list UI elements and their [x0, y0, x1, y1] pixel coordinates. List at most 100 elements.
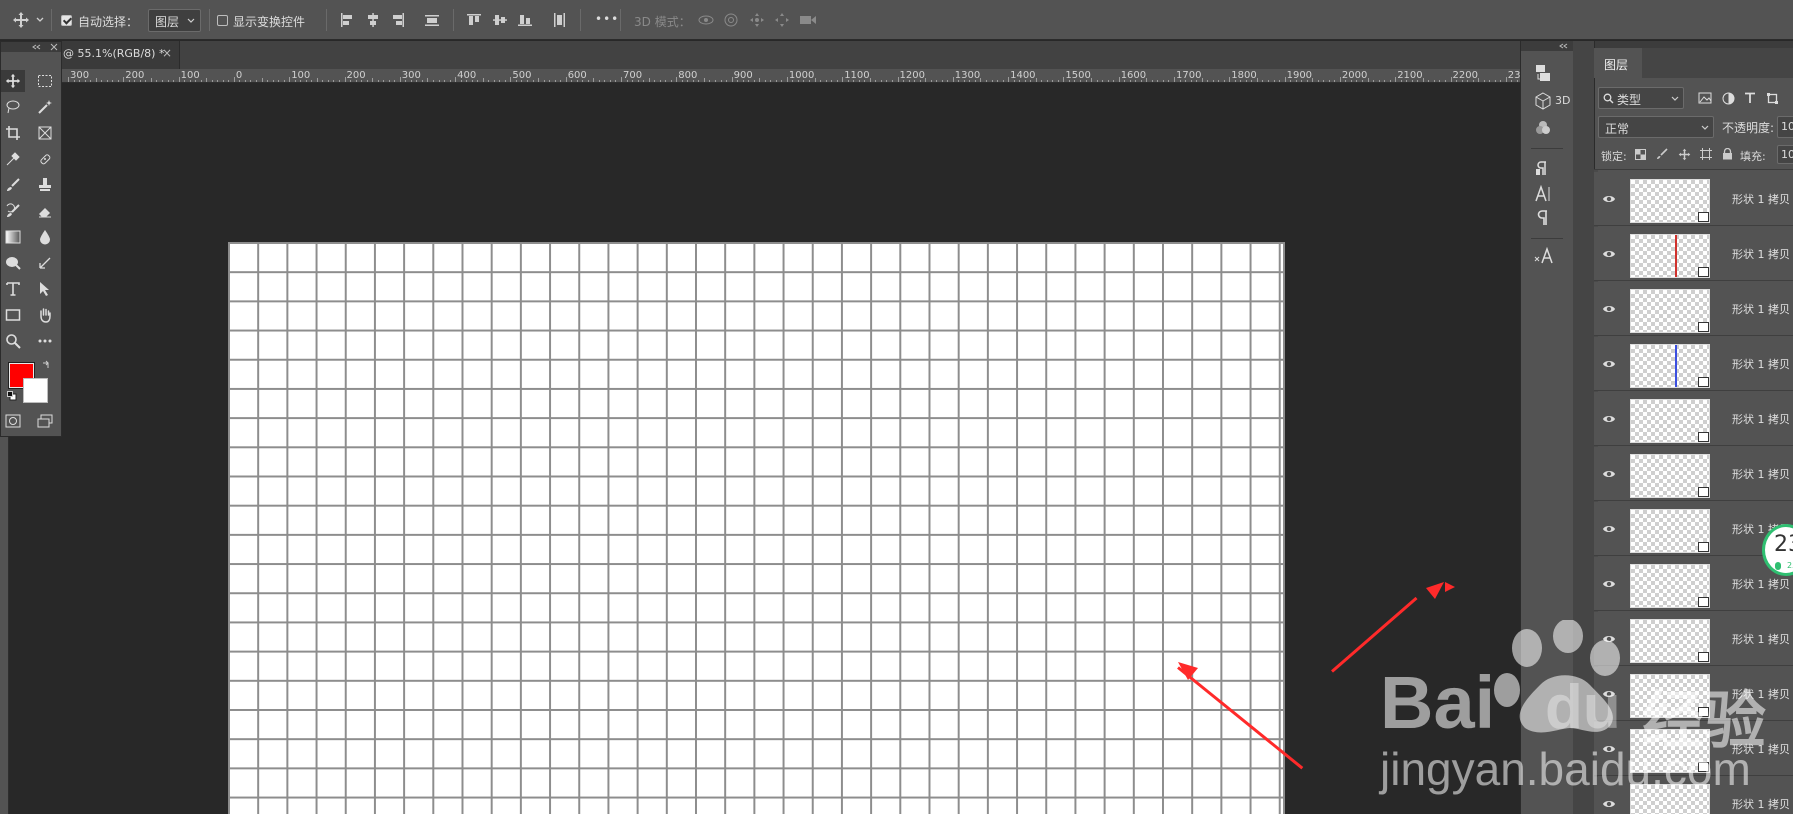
lock-artboard-icon[interactable] [1699, 147, 1713, 161]
more-options-button[interactable]: ••• [595, 12, 619, 26]
hand-tool-icon[interactable] [33, 304, 57, 326]
ruler-minor-tick [604, 80, 606, 82]
dodge-tool-icon[interactable] [1, 252, 25, 274]
quick-mask-icon[interactable] [1, 410, 25, 432]
eye-visibility-icon[interactable] [1602, 522, 1616, 536]
layer-row[interactable]: 形状 1 拷贝 7 [1594, 392, 1793, 446]
ruler-label: 300 [401, 70, 421, 81]
ruler-label: 800 [678, 70, 698, 81]
ruler-minor-tick [244, 80, 246, 82]
distribute-icon[interactable] [423, 11, 441, 29]
background-color-swatch[interactable] [23, 378, 48, 403]
ruler-minor-tick [377, 80, 379, 82]
fill-input[interactable]: 10 [1777, 145, 1793, 164]
auto-select-target-dropdown[interactable]: 图层 [148, 9, 201, 32]
path-selection-icon[interactable] [33, 278, 57, 300]
lock-transparency-icon[interactable] [1633, 147, 1647, 161]
shape-filter-icon[interactable] [1764, 90, 1780, 106]
document-tab[interactable]: @ 55.1%(RGB/8) * × [60, 41, 180, 69]
auto-select-checkbox[interactable] [61, 15, 72, 26]
paragraph-styles-icon[interactable] [1533, 158, 1553, 178]
frame-tool-icon[interactable] [33, 122, 57, 144]
align-left-icon[interactable] [338, 11, 356, 29]
chevron-down-icon[interactable] [35, 14, 45, 26]
lock-all-icon[interactable] [1720, 147, 1734, 161]
layer-filter-value: 类型 [1617, 93, 1642, 107]
layer-row[interactable]: 形状 1 拷贝 7 [1594, 227, 1793, 281]
healing-brush-icon[interactable] [33, 148, 57, 170]
close-tab-icon[interactable]: × [162, 46, 172, 60]
crop-tool-icon[interactable] [1, 122, 25, 144]
swap-colors-icon[interactable] [41, 360, 51, 370]
tab-layers[interactable]: 图层 [1594, 48, 1642, 78]
eye-visibility-icon[interactable] [1602, 577, 1616, 591]
ruler-tick [289, 77, 291, 82]
collapse-icon[interactable] [1558, 43, 1568, 49]
character-panel-icon[interactable] [1533, 184, 1553, 204]
layer-row[interactable]: 形状 1 拷贝 7 [1594, 172, 1793, 226]
move-tool-icon[interactable] [1, 70, 25, 92]
image-filter-icon[interactable] [1697, 90, 1713, 106]
eye-visibility-icon[interactable] [1602, 467, 1616, 481]
more-tools-icon[interactable] [33, 330, 57, 352]
history-brush-icon[interactable] [1, 200, 25, 222]
distribute-horizontal-icon[interactable] [550, 11, 568, 29]
lasso-tool-icon[interactable] [1, 96, 25, 118]
type-tool-icon[interactable] [1, 278, 25, 300]
ruler-tick [1118, 77, 1120, 82]
lock-pixels-icon[interactable] [1655, 147, 1669, 161]
paragraph-panel-icon[interactable] [1533, 208, 1553, 228]
move-tool-icon[interactable] [10, 10, 32, 30]
align-bottom-icon[interactable] [516, 11, 534, 29]
3d-panel-icon[interactable] [1533, 91, 1553, 111]
clone-stamp-icon[interactable] [33, 174, 57, 196]
layer-filter-dropdown[interactable]: 类型 [1598, 87, 1684, 109]
brush-tool-icon[interactable] [1, 174, 25, 196]
collapse-icon[interactable] [31, 44, 41, 50]
marquee-tool-icon[interactable] [33, 70, 57, 92]
align-right-icon[interactable] [389, 11, 407, 29]
layer-row[interactable]: 形状 1 拷贝 7 [1594, 282, 1793, 336]
layer-row[interactable]: 形状 1 拷贝 7 [1594, 337, 1793, 391]
type-filter-icon[interactable] [1742, 90, 1758, 106]
channels-panel-icon[interactable] [1533, 118, 1553, 138]
layer-row[interactable]: 形状 1 拷贝 7 [1594, 557, 1793, 611]
blur-tool-icon[interactable] [33, 226, 57, 248]
glyphs-panel-icon[interactable] [1533, 246, 1555, 266]
lock-position-icon[interactable] [1677, 147, 1691, 161]
history-panel-icon[interactable] [1533, 63, 1553, 83]
eyedropper-icon[interactable] [1, 148, 25, 170]
ruler-tick [897, 77, 899, 82]
align-horizontal-center-icon[interactable] [364, 11, 382, 29]
ruler-minor-tick [997, 80, 999, 82]
align-top-icon[interactable] [465, 11, 483, 29]
eye-visibility-icon[interactable] [1602, 302, 1616, 316]
magic-wand-icon[interactable] [33, 96, 57, 118]
opacity-input[interactable]: 10 [1777, 116, 1793, 138]
document-canvas-grid[interactable] [228, 242, 1285, 814]
default-colors-icon[interactable] [7, 391, 17, 401]
eye-visibility-icon[interactable] [1602, 192, 1616, 206]
3d-roll-icon[interactable] [722, 11, 740, 29]
align-vertical-center-icon[interactable] [491, 11, 509, 29]
eye-visibility-icon[interactable] [1602, 247, 1616, 261]
close-icon[interactable] [50, 43, 58, 51]
eye-visibility-icon[interactable] [1602, 357, 1616, 371]
blend-mode-dropdown[interactable]: 正常 [1598, 116, 1714, 138]
3d-orbit-icon[interactable] [696, 11, 716, 29]
3d-pan-icon[interactable] [748, 11, 766, 29]
3d-camera-icon[interactable] [798, 11, 818, 29]
pen-tool-icon[interactable] [33, 252, 57, 274]
ruler-label: 1300 [954, 70, 981, 81]
ruler-minor-tick [1002, 80, 1004, 82]
screen-mode-icon[interactable] [33, 410, 57, 432]
layer-row[interactable]: 形状 1 拷贝 7 [1594, 447, 1793, 501]
adjustment-filter-icon[interactable] [1720, 90, 1736, 106]
3d-slide-icon[interactable] [773, 11, 791, 29]
zoom-tool-icon[interactable] [1, 330, 25, 352]
show-transform-checkbox[interactable] [217, 15, 228, 26]
eye-visibility-icon[interactable] [1602, 412, 1616, 426]
rectangle-tool-icon[interactable] [1, 304, 25, 326]
gradient-tool-icon[interactable] [1, 226, 25, 248]
eraser-tool-icon[interactable] [33, 200, 57, 222]
